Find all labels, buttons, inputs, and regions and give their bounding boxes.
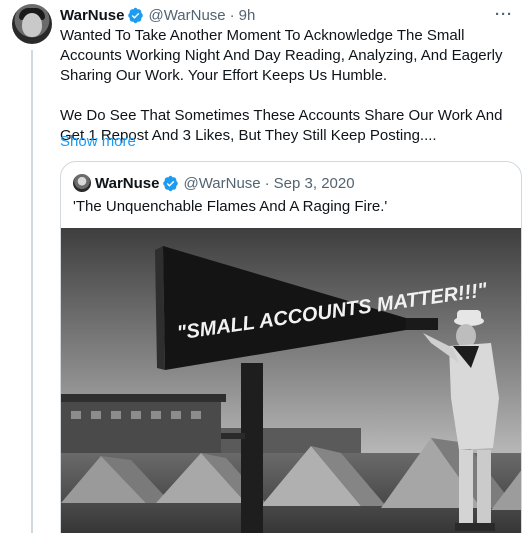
quoted-author-name: WarNuse — [95, 174, 160, 192]
tweet-time[interactable]: 9h — [239, 7, 256, 24]
author-handle[interactable]: @WarNuse — [148, 7, 225, 24]
quoted-text: 'The Unquenchable Flames And A Raging Fi… — [73, 198, 388, 215]
thread-line — [31, 50, 33, 533]
quoted-photo[interactable]: "SMALL ACCOUNTS MATTER!!!" — [61, 228, 522, 533]
verified-badge-icon — [163, 175, 179, 191]
tweet-header: WarNuse @WarNuse · 9h — [60, 5, 255, 25]
quoted-tweet[interactable]: WarNuse @WarNuse · Sep 3, 2020 'The Unqu… — [60, 161, 522, 533]
quoted-avatar — [73, 174, 91, 192]
author-name[interactable]: WarNuse — [60, 7, 124, 24]
tweet[interactable]: WarNuse @WarNuse · 9h ··· Wanted To Take… — [0, 0, 524, 533]
verified-badge-icon — [128, 7, 144, 23]
author-avatar[interactable] — [12, 4, 52, 44]
show-more-link[interactable]: Show more — [60, 132, 136, 152]
more-options-icon[interactable]: ··· — [494, 4, 514, 24]
tweet-body: Wanted To Take Another Moment To Acknowl… — [60, 26, 520, 146]
header-separator: · — [229, 6, 235, 24]
quoted-date: Sep 3, 2020 — [273, 174, 355, 192]
quoted-separator: · — [264, 174, 270, 192]
quoted-author-handle: @WarNuse — [183, 174, 261, 192]
tweet-paragraph-1: Wanted To Take Another Moment To Acknowl… — [60, 27, 503, 84]
quoted-header: WarNuse @WarNuse · Sep 3, 2020 — [73, 173, 355, 193]
